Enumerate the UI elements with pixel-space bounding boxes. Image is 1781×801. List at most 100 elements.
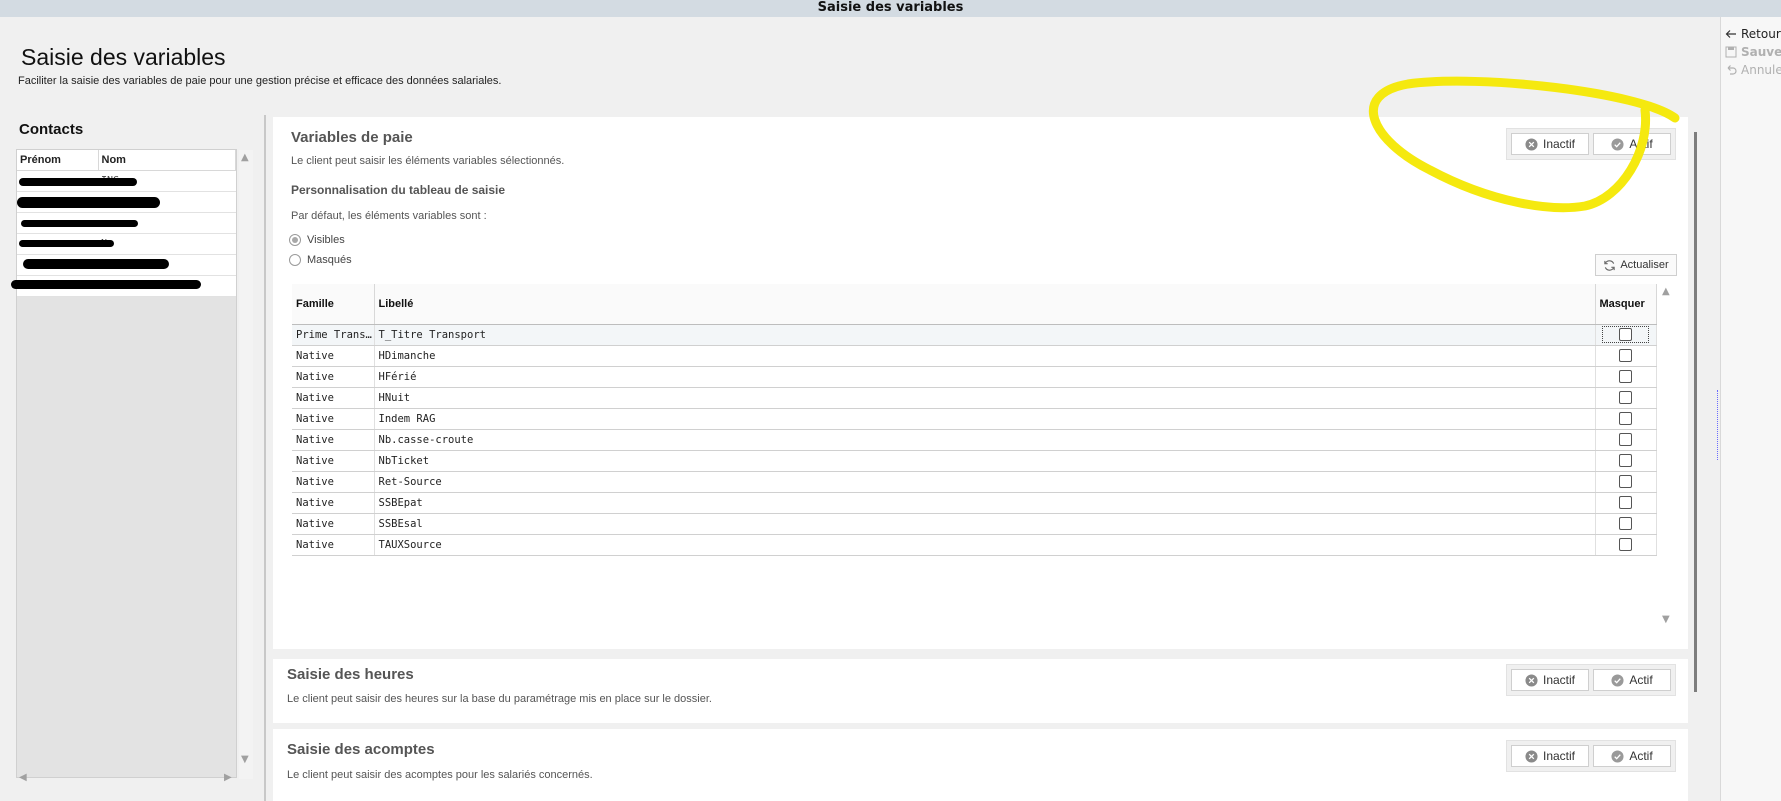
table-row[interactable]: Native SSBEsal — [292, 513, 1657, 535]
table-row[interactable]: Native Ret-Source — [292, 471, 1657, 493]
save-label: Sauve — [1741, 45, 1781, 59]
redaction-mark — [19, 178, 137, 186]
table-row[interactable]: Native SSBEpat — [292, 492, 1657, 514]
famille-cell: Native — [292, 408, 375, 430]
masquer-cell — [1595, 366, 1657, 388]
contacts-horizontal-scrollbar[interactable]: ◀ ▶ — [17, 770, 238, 788]
cancel-label: Annule — [1741, 63, 1781, 77]
masquer-checkbox[interactable] — [1619, 517, 1632, 530]
scroll-down-icon[interactable]: ▼ — [241, 754, 249, 765]
column-header-prenom[interactable]: Prénom — [17, 150, 99, 171]
cancel-command[interactable]: Annule — [1725, 63, 1781, 77]
radio-visible[interactable]: Visibles — [289, 234, 345, 246]
close-circle-icon — [1525, 749, 1538, 763]
masquer-checkbox[interactable] — [1619, 538, 1632, 551]
save-command[interactable]: Sauve — [1725, 45, 1781, 59]
check-circle-icon — [1611, 749, 1624, 763]
masquer-checkbox[interactable] — [1619, 349, 1632, 362]
redaction-mark — [23, 259, 169, 269]
masquer-checkbox[interactable] — [1619, 454, 1632, 467]
famille-cell: Native — [292, 471, 375, 493]
redaction-mark — [11, 280, 201, 289]
libelle-cell: SSBEsal — [374, 513, 1596, 535]
masquer-checkbox[interactable] — [1619, 370, 1632, 383]
table-row[interactable]: Native Indem RAG — [292, 408, 1657, 430]
acomptes-section: Saisie des acomptes Le client peut saisi… — [273, 729, 1688, 801]
masquer-cell — [1595, 408, 1657, 430]
active-button[interactable]: Actif — [1593, 669, 1671, 691]
masquer-cell — [1595, 513, 1657, 535]
refresh-label: Actualiser — [1620, 259, 1669, 271]
table-row[interactable]: Native Nb.casse-croute — [292, 429, 1657, 451]
page-subtitle: Faciliter la saisie des variables de pai… — [18, 75, 502, 87]
radio-visible-label: Visibles — [307, 234, 345, 246]
masquer-checkbox[interactable] — [1619, 391, 1632, 404]
libelle-cell: TAUXSource — [374, 534, 1596, 556]
masquer-checkbox[interactable] — [1619, 412, 1632, 425]
redaction-mark — [19, 240, 114, 247]
acomptes-toggle: Inactif Actif — [1506, 740, 1676, 772]
masquer-checkbox[interactable] — [1619, 433, 1632, 446]
heures-section: Saisie des heures Le client peut saisir … — [273, 659, 1688, 723]
radio-button[interactable] — [289, 254, 301, 266]
libelle-cell: Nb.casse-croute — [374, 429, 1596, 451]
table-row[interactable]: Prime Trans...T_Titre Transport — [292, 324, 1657, 346]
column-header-libelle[interactable]: Libellé — [374, 284, 1596, 325]
column-header-masquer[interactable]: Masquer — [1595, 284, 1657, 325]
table-row[interactable]: Native TAUXSource — [292, 534, 1657, 556]
inactive-button[interactable]: Inactif — [1511, 133, 1589, 155]
check-circle-icon — [1611, 673, 1624, 687]
acomptes-description: Le client peut saisir des acomptes pour … — [287, 769, 593, 781]
libelle-cell: NbTicket — [374, 450, 1596, 472]
libelle-cell: Indem RAG — [374, 408, 1596, 430]
table-row[interactable]: Native NbTicket — [292, 450, 1657, 472]
table-row[interactable]: Native HFérié — [292, 366, 1657, 388]
scroll-right-icon[interactable]: ▶ — [224, 772, 232, 783]
table-row[interactable]: Native HNuit — [292, 387, 1657, 409]
scroll-left-icon[interactable]: ◀ — [19, 772, 27, 783]
save-icon — [1725, 46, 1737, 58]
famille-cell: Prime Trans... — [292, 324, 375, 346]
famille-cell: Native — [292, 387, 375, 409]
column-header-famille[interactable]: Famille — [292, 284, 375, 325]
masquer-checkbox[interactable] — [1619, 496, 1632, 509]
radio-hidden-label: Masqués — [307, 254, 352, 266]
active-button[interactable]: Actif — [1593, 745, 1671, 767]
scroll-down-icon[interactable]: ▼ — [1662, 614, 1670, 625]
inactive-button[interactable]: Inactif — [1511, 745, 1589, 767]
masquer-cell — [1595, 387, 1657, 409]
grid-vertical-scrollbar[interactable]: ▲ ▼ — [1660, 284, 1674, 632]
masquer-cell — [1595, 450, 1657, 472]
back-label: Retour — [1741, 27, 1781, 41]
radio-button[interactable] — [289, 234, 301, 246]
masquer-cell — [1595, 534, 1657, 556]
splitter-handle[interactable] — [1717, 390, 1720, 460]
redaction-mark — [21, 220, 138, 227]
page-title: Saisie des variables — [21, 44, 226, 70]
masquer-cell — [1595, 345, 1657, 367]
column-header-nom[interactable]: Nom — [98, 150, 236, 171]
radio-hidden[interactable]: Masqués — [289, 254, 352, 266]
heures-title: Saisie des heures — [287, 666, 414, 683]
scroll-up-icon[interactable]: ▲ — [1662, 286, 1670, 297]
famille-cell: Native — [292, 513, 375, 535]
table-row[interactable]: Native HDimanche — [292, 345, 1657, 367]
masquer-checkbox[interactable] — [1619, 328, 1632, 341]
masquer-checkbox[interactable] — [1619, 475, 1632, 488]
main-vertical-scrollbar[interactable] — [1694, 132, 1697, 692]
back-command[interactable]: Retour — [1725, 27, 1781, 41]
scroll-up-icon[interactable]: ▲ — [241, 152, 249, 163]
inactive-label: Inactif — [1542, 673, 1575, 687]
variables-description: Le client peut saisir les éléments varia… — [291, 155, 565, 167]
contacts-title: Contacts — [19, 121, 84, 138]
variables-table: Famille Libellé Masquer Prime Trans...T_… — [292, 284, 1657, 556]
masquer-cell — [1595, 471, 1657, 493]
inactive-button[interactable]: Inactif — [1511, 669, 1589, 691]
default-label: Par défaut, les éléments variables sont … — [291, 210, 487, 222]
contacts-vertical-scrollbar[interactable]: ▲ ▼ — [239, 150, 253, 779]
active-button[interactable]: Actif — [1593, 133, 1671, 155]
panel-divider[interactable] — [264, 115, 266, 801]
undo-icon — [1727, 65, 1737, 75]
window-title: Saisie des variables — [0, 0, 1781, 17]
refresh-button[interactable]: Actualiser — [1595, 254, 1677, 276]
